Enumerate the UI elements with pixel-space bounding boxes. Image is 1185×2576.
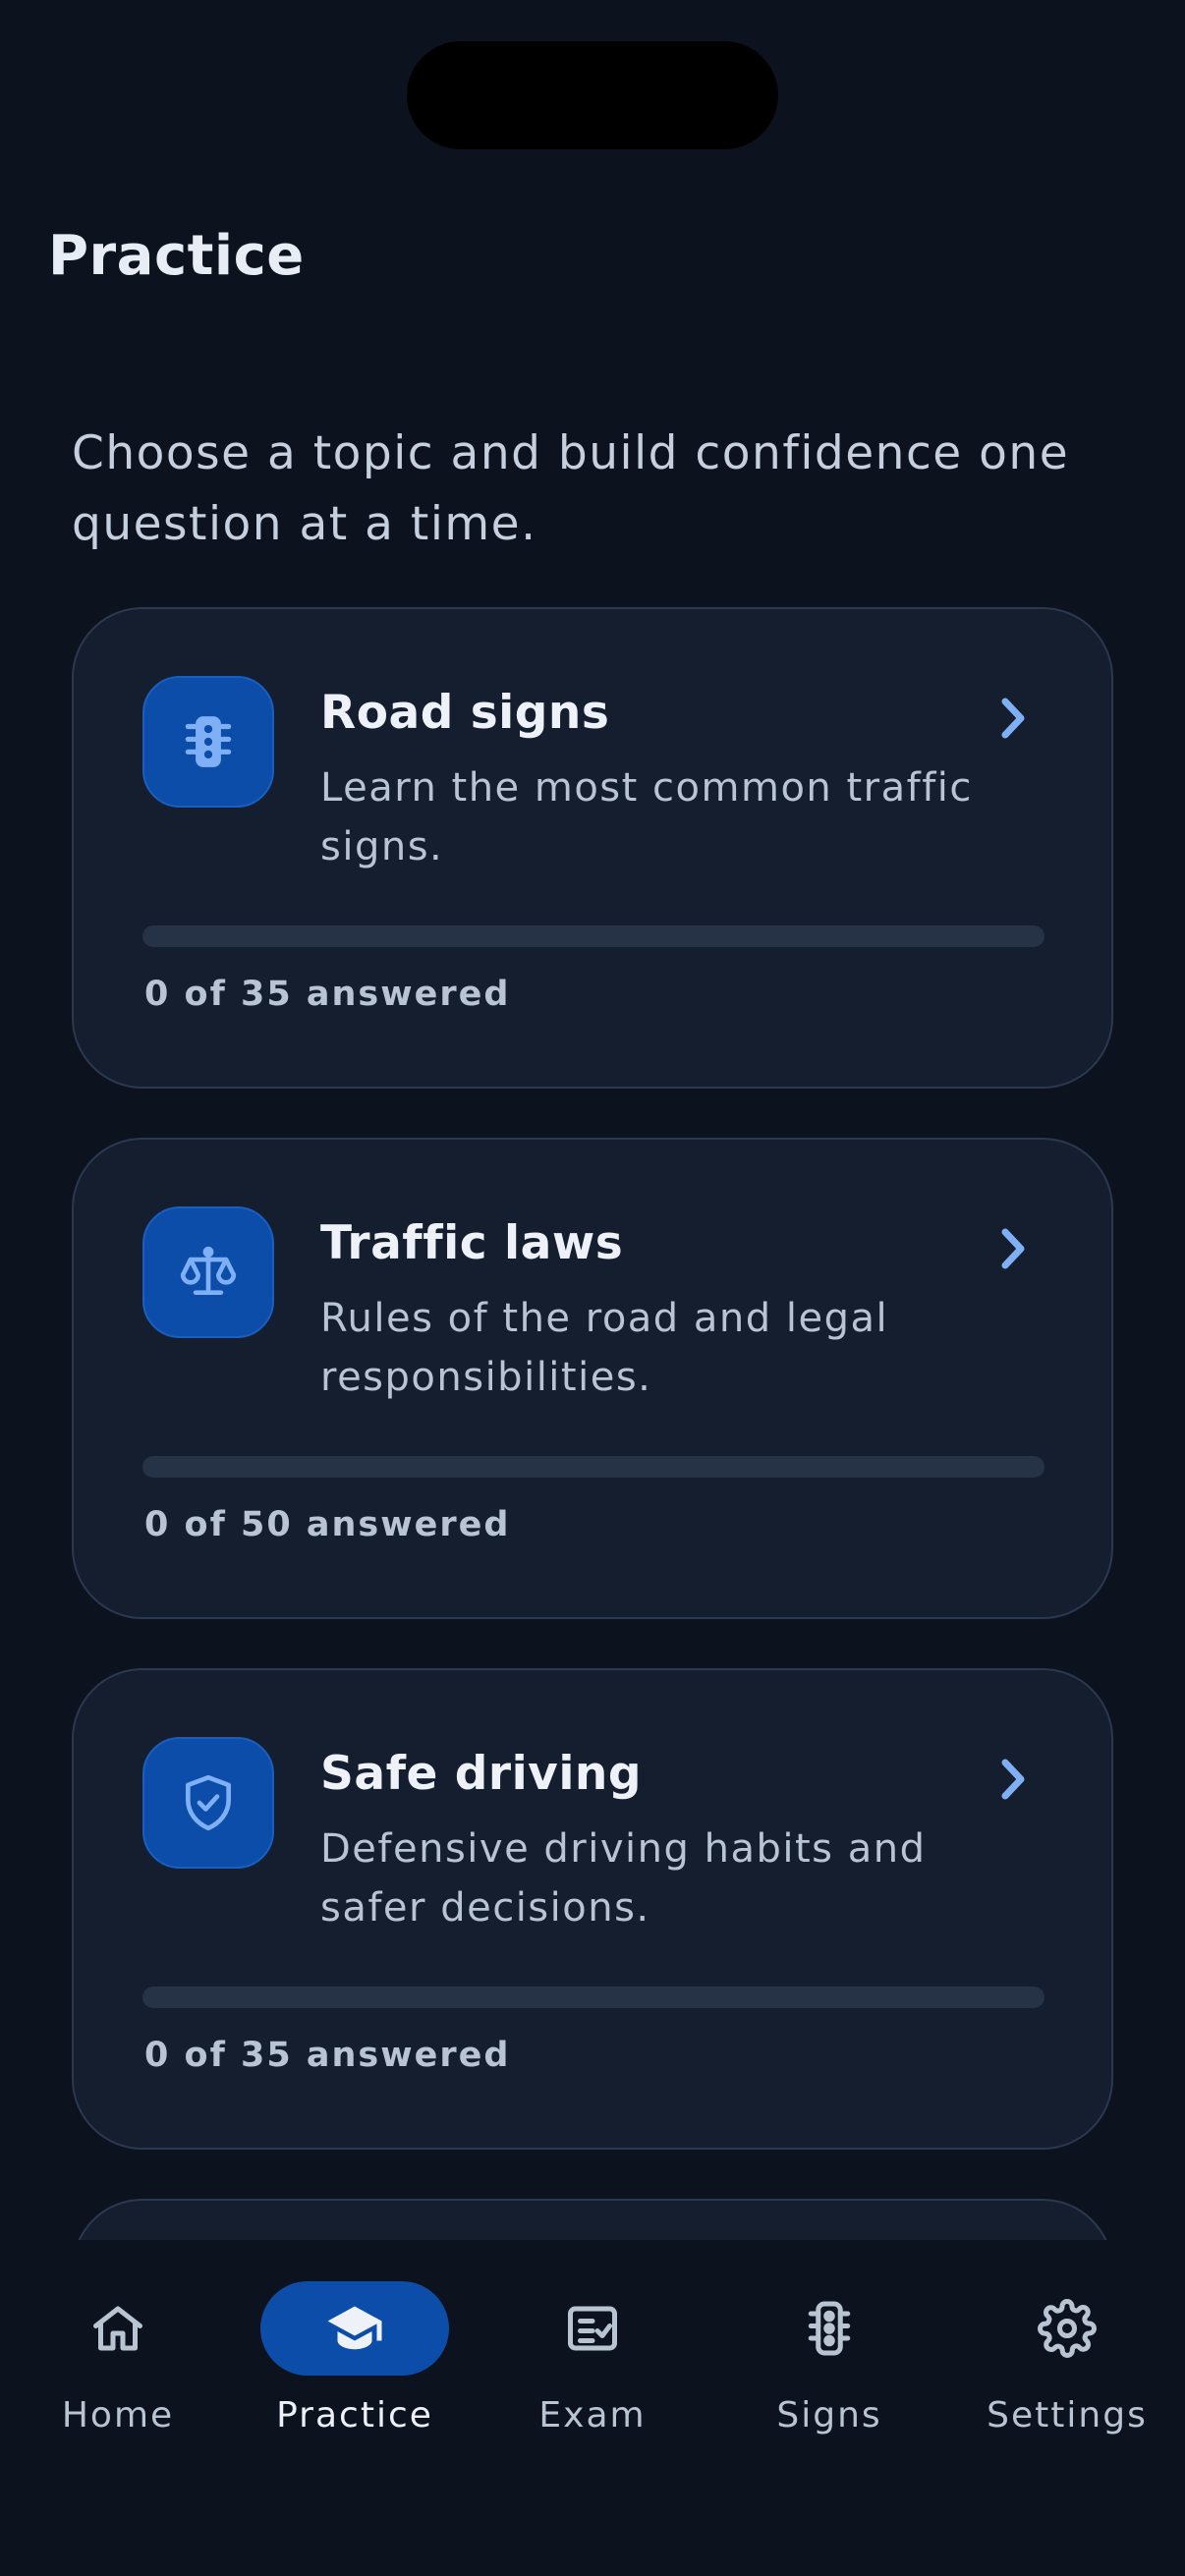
topic-description: Learn the most common traffic signs. [320, 765, 973, 869]
progress-bar [142, 1456, 1044, 1478]
tab-home[interactable]: Home [10, 2281, 226, 2448]
page-title: Practice [48, 224, 305, 288]
topic-description: Rules of the road and legal responsibili… [320, 1296, 889, 1400]
bottom-tab-bar: Home Practice Exam Signs Settings [0, 2240, 1185, 2576]
chevron-right-icon [1001, 698, 1025, 739]
tab-practice[interactable]: Practice [247, 2281, 463, 2448]
tab-label: Exam [538, 2395, 647, 2436]
tab-label: Home [61, 2395, 175, 2436]
intro-text: Choose a topic and build confidence one … [72, 426, 1070, 551]
exam-checklist-icon [498, 2281, 687, 2376]
gear-icon [973, 2281, 1161, 2376]
topic-title: Safe driving [320, 1747, 643, 1801]
topic-title: Road signs [320, 686, 610, 740]
scales-icon [142, 1206, 274, 1338]
tab-label: Settings [987, 2395, 1148, 2436]
progress-count: 0 of 35 answered [144, 975, 511, 1014]
home-icon [24, 2281, 212, 2376]
tab-label: Signs [776, 2395, 882, 2436]
topic-card-safe-driving[interactable]: Safe driving Defensive driving habits an… [72, 1668, 1113, 2150]
shield-check-icon [142, 1737, 274, 1869]
chevron-right-icon [1001, 1228, 1025, 1269]
topic-card-next[interactable] [72, 2199, 1113, 2240]
topic-card-traffic-laws[interactable]: Traffic laws Rules of the road and legal… [72, 1138, 1113, 1619]
topic-card-road-signs[interactable]: Road signs Learn the most common traffic… [72, 607, 1113, 1089]
tab-settings[interactable]: Settings [959, 2281, 1175, 2448]
progress-bar [142, 925, 1044, 947]
graduation-cap-icon [260, 2281, 449, 2376]
topic-title: Traffic laws [320, 1216, 624, 1270]
traffic-light-icon [142, 676, 274, 808]
topic-description: Defensive driving habits and safer decis… [320, 1826, 927, 1931]
traffic-light-icon [735, 2281, 924, 2376]
progress-bar [142, 1987, 1044, 2008]
tab-exam[interactable]: Exam [484, 2281, 701, 2448]
progress-count: 0 of 50 answered [144, 1505, 511, 1544]
tab-signs[interactable]: Signs [721, 2281, 937, 2448]
tab-label: Practice [276, 2395, 433, 2436]
chevron-right-icon [1001, 1759, 1025, 1800]
progress-count: 0 of 35 answered [144, 2036, 511, 2075]
topic-list-scroll[interactable]: Practice Choose a topic and build confid… [0, 0, 1185, 2240]
